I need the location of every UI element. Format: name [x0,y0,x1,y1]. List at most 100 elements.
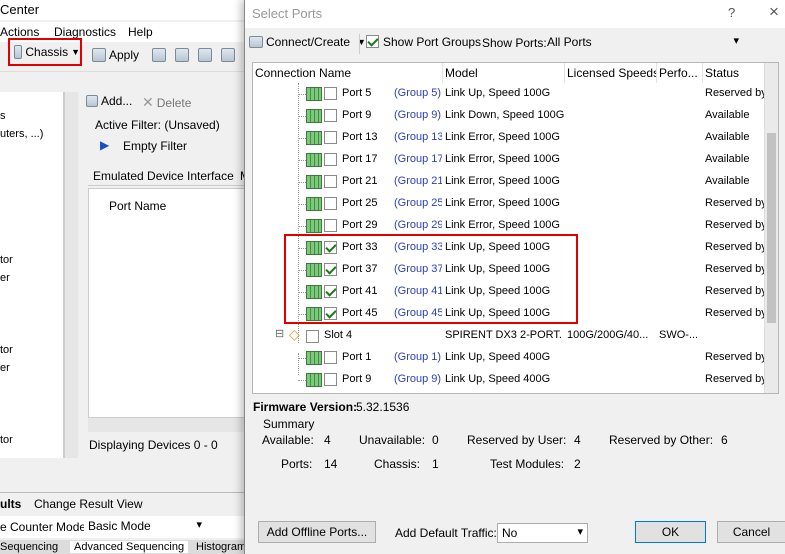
port-name-header[interactable]: Port Name [109,199,166,213]
app-title-bar: Center [0,0,245,20]
scrollbar-thumb[interactable] [767,133,776,323]
delete-device-button[interactable]: ✕ Delete [142,94,191,111]
counter-mode-label: e Counter Mode: [0,520,90,534]
add-device-button[interactable]: Add... [86,94,132,108]
available-label: Available: [262,433,314,447]
devices-h-scrollbar[interactable] [88,418,245,432]
port-status: Reserved by s [705,241,767,253]
chassis-button[interactable]: Chassis ▼ [8,38,82,66]
menu-help[interactable]: Help [128,25,153,39]
port-name: Port 9 [342,109,372,121]
tree-item[interactable]: s [0,110,6,122]
port-checkbox[interactable] [324,219,337,232]
port-row[interactable]: Port 25 (Group 25 Link Error, Speed 100G Re… [253,193,767,215]
cancel-button[interactable]: Cancel [717,521,785,543]
port-row[interactable]: Port 5 (Group 5) Link Up, Speed 100G Reserv… [253,83,767,105]
port-checkbox[interactable] [324,87,337,100]
port-group[interactable]: (Group 5) [394,87,442,99]
empty-filter-link[interactable]: Empty Filter [123,139,187,153]
port-row[interactable]: Port 17 (Group 17 Link Error, Speed 100G Av… [253,149,765,171]
port-row[interactable]: Port 9 (Group 9) Link Down, Speed 100G Avai… [253,105,765,127]
add-offline-ports-button[interactable]: Add Offline Ports... [258,521,376,543]
results-toolbar: ults Change Result View [0,492,245,514]
col-status[interactable]: Status [703,63,765,83]
apply-button[interactable]: Apply [92,48,139,62]
port-group[interactable]: (Group 13 [394,131,442,143]
port-icon [306,197,322,211]
menu-diagnostics[interactable]: Diagnostics [54,25,116,39]
change-result-view-button[interactable]: Change Result View [34,497,143,511]
tree-item[interactable]: er [0,272,10,284]
port-group[interactable]: (Group 25 [394,197,442,209]
slot-row[interactable]: ⊟ ◇ Slot 4 SPIRENT DX3 2-PORT... 100G/20… [253,325,765,347]
left-scrollbar[interactable] [64,92,78,458]
port-status: Available [705,175,750,187]
port-icon [306,219,322,233]
dialog-toolbar: Connect/Create ▼ Show Port Groups Show P… [245,30,785,56]
port-group[interactable]: (Group 29 [394,219,442,231]
port-checkbox[interactable] [324,153,337,166]
port-group[interactable]: (Group 9) [394,109,442,121]
port-row[interactable]: Port 21 (Group 21 Link Error, Speed 100G Av… [253,171,765,193]
tree-item[interactable]: uters, ...) [0,128,43,140]
close-button[interactable]: × [769,2,779,22]
show-port-groups-checkbox[interactable] [366,35,379,48]
port-name: Port 17 [342,153,378,165]
tab-emulated-device-interface[interactable]: Emulated Device Interface [93,169,234,183]
ok-button[interactable]: OK [635,521,706,543]
unavailable-label: Unavailable: [359,433,426,447]
reserved-other-label: Reserved by Other: [609,433,714,447]
apply-icon [92,48,106,62]
slot-perf: SWO-... [659,329,699,341]
tab-advanced-sequencing[interactable]: Advanced Sequencing [70,541,189,553]
counter-mode-select[interactable]: Basic Mode [84,517,206,537]
tool-icon-2[interactable] [175,48,189,62]
menu-actions[interactable]: Actions [0,25,39,39]
port-row[interactable]: Port 13 (Group 13 Link Error, Speed 100G Av… [253,127,765,149]
port-model: Link Down, Speed 100G [445,109,565,121]
add-default-traffic-value: No [502,526,518,540]
port-model: Link Error, Speed 100G [445,175,560,187]
tree-item[interactable]: er [0,362,10,374]
port-status: Available [705,131,750,143]
col-model[interactable]: Model [443,63,565,83]
tree-item[interactable]: tor [0,434,13,446]
help-button[interactable]: ? [728,5,735,20]
port-group[interactable]: (Group 1) [394,351,442,363]
tree-v-scrollbar[interactable] [764,63,778,393]
port-checkbox[interactable] [324,175,337,188]
port-checkbox[interactable] [324,131,337,144]
slot-model: SPIRENT DX3 2-PORT... [445,329,563,341]
port-checkbox[interactable] [324,373,337,386]
slot-checkbox[interactable] [306,330,319,343]
col-connection-name[interactable]: Connection Name [253,63,443,83]
connect-create-button[interactable]: Connect/Create ▼ [249,35,366,49]
port-checkbox[interactable] [324,351,337,364]
tab-histogram[interactable]: Histogram [196,541,246,553]
show-ports-label: Show Ports: [482,36,547,50]
col-licensed-speeds[interactable]: Licensed Speeds [565,63,657,83]
port-group[interactable]: (Group 17 [394,153,442,165]
col-performance[interactable]: Perfo... [657,63,703,83]
port-checkbox[interactable] [324,197,337,210]
port-icon [306,131,322,145]
collapse-icon[interactable]: ⊟ [275,327,284,340]
unavailable-value: 0 [432,433,439,447]
slot-icon: ◇ [289,326,300,342]
port-row[interactable]: Port 9 (Group 9) Link Up, Speed 400G Reserv… [253,369,767,391]
devices-status: Displaying Devices 0 - 0 [89,438,218,452]
tool-icon-1[interactable] [152,48,166,62]
tab-sequencing[interactable]: Sequencing [0,541,58,553]
active-filter-label: Active Filter: (Unsaved) [95,118,220,132]
port-checkbox[interactable] [324,109,337,122]
tool-icon-4[interactable] [221,48,235,62]
port-group[interactable]: (Group 21 [394,175,442,187]
slot-name: Slot 4 [324,329,353,341]
port-row[interactable]: Port 1 (Group 1) Link Up, Speed 400G Reserv… [253,347,767,369]
show-ports-select[interactable]: All Ports [543,33,743,53]
tool-icon-3[interactable] [198,48,212,62]
port-group[interactable]: (Group 9) [394,373,442,385]
tree-item[interactable]: tor [0,254,13,266]
tree-item[interactable]: tor [0,344,13,356]
add-default-traffic-select[interactable]: No [497,523,588,543]
